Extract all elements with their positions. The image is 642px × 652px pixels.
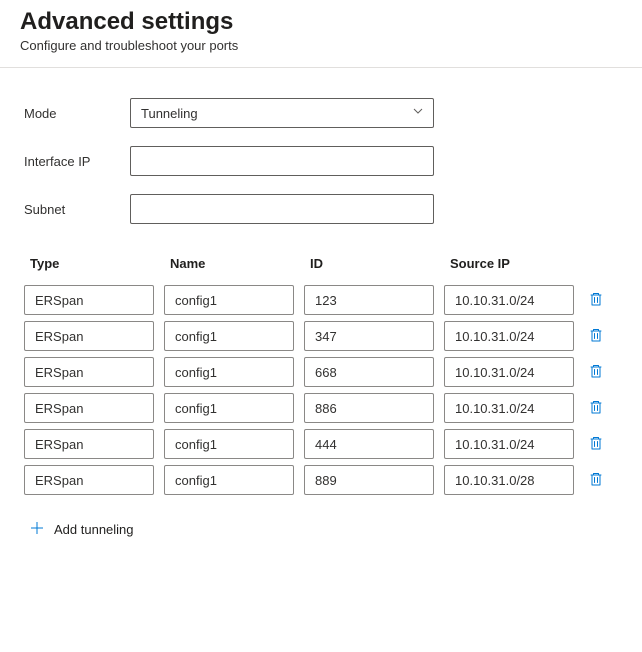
row-id-input[interactable] (304, 285, 434, 315)
delete-row-button[interactable] (584, 395, 608, 422)
row-type-input[interactable] (24, 321, 154, 351)
trash-icon (588, 291, 604, 310)
delete-row-button[interactable] (584, 359, 608, 386)
row-id-input[interactable] (304, 393, 434, 423)
mode-row: Mode Tunneling (24, 98, 622, 128)
trash-icon (588, 399, 604, 418)
row-id-input[interactable] (304, 465, 434, 495)
table-row (24, 465, 622, 495)
col-header-name: Name (164, 256, 304, 271)
row-name-input[interactable] (164, 393, 294, 423)
row-name-input[interactable] (164, 321, 294, 351)
mode-label: Mode (24, 106, 130, 121)
row-id-input[interactable] (304, 429, 434, 459)
row-source-ip-input[interactable] (444, 321, 574, 351)
page-header: Advanced settings Configure and troubles… (0, 0, 642, 68)
mode-select[interactable]: Tunneling (130, 98, 434, 128)
col-header-id: ID (304, 256, 444, 271)
subnet-row: Subnet (24, 194, 622, 224)
row-name-input[interactable] (164, 357, 294, 387)
col-header-type: Type (24, 256, 164, 271)
trash-icon (588, 327, 604, 346)
tunneling-table: Type Name ID Source IP (24, 256, 622, 495)
subnet-input[interactable] (130, 194, 434, 224)
row-source-ip-input[interactable] (444, 429, 574, 459)
table-body (24, 285, 622, 495)
trash-icon (588, 471, 604, 490)
interface-ip-label: Interface IP (24, 154, 130, 169)
settings-content: Mode Tunneling Interface IP Subnet Type … (0, 68, 642, 558)
interface-ip-input[interactable] (130, 146, 434, 176)
row-name-input[interactable] (164, 285, 294, 315)
row-source-ip-input[interactable] (444, 465, 574, 495)
col-header-source-ip: Source IP (444, 256, 584, 271)
row-type-input[interactable] (24, 357, 154, 387)
subnet-label: Subnet (24, 202, 130, 217)
row-id-input[interactable] (304, 357, 434, 387)
trash-icon (588, 363, 604, 382)
table-row (24, 321, 622, 351)
delete-row-button[interactable] (584, 287, 608, 314)
add-tunneling-label: Add tunneling (54, 522, 134, 537)
add-tunneling-button[interactable]: Add tunneling (30, 521, 134, 538)
row-type-input[interactable] (24, 429, 154, 459)
row-source-ip-input[interactable] (444, 285, 574, 315)
delete-row-button[interactable] (584, 323, 608, 350)
delete-row-button[interactable] (584, 467, 608, 494)
table-header: Type Name ID Source IP (24, 256, 622, 271)
row-source-ip-input[interactable] (444, 357, 574, 387)
row-name-input[interactable] (164, 465, 294, 495)
row-id-input[interactable] (304, 321, 434, 351)
mode-select-value: Tunneling (130, 98, 434, 128)
delete-row-button[interactable] (584, 431, 608, 458)
row-name-input[interactable] (164, 429, 294, 459)
page-title: Advanced settings (20, 8, 622, 36)
table-row (24, 285, 622, 315)
row-type-input[interactable] (24, 393, 154, 423)
row-type-input[interactable] (24, 465, 154, 495)
interface-ip-row: Interface IP (24, 146, 622, 176)
table-row (24, 429, 622, 459)
table-row (24, 357, 622, 387)
row-type-input[interactable] (24, 285, 154, 315)
table-row (24, 393, 622, 423)
trash-icon (588, 435, 604, 454)
page-subtitle: Configure and troubleshoot your ports (20, 38, 622, 53)
row-source-ip-input[interactable] (444, 393, 574, 423)
plus-icon (30, 521, 44, 538)
